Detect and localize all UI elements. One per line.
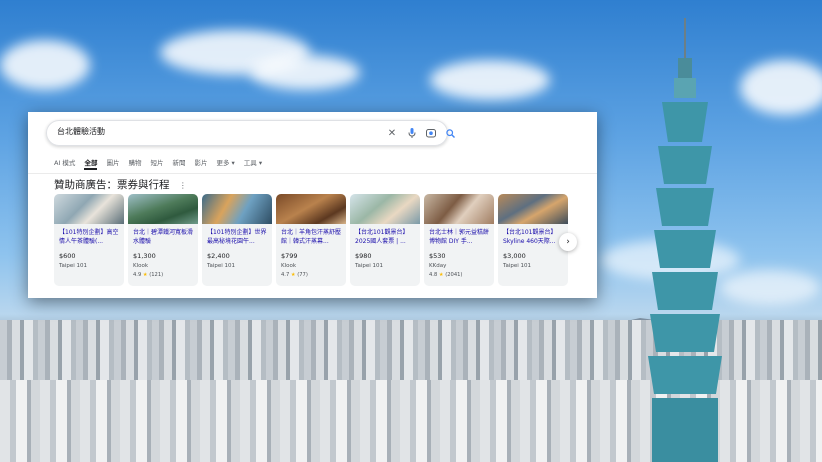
card-thumbnail: [276, 194, 346, 224]
card-price: $600: [59, 252, 76, 260]
card-title[interactable]: 台北士林｜郭元益糕餅博物館 DIY 手...: [429, 228, 491, 246]
tab-more[interactable]: 更多 ▾: [216, 157, 234, 167]
card-seller: Klook: [133, 263, 149, 269]
tab-tools[interactable]: 工具 ▾: [244, 157, 262, 167]
tab-shopping[interactable]: 購物: [128, 157, 141, 167]
star-icon: ★: [142, 272, 148, 278]
tab-ai-mode[interactable]: AI 模式: [54, 157, 75, 167]
card-seller: Taipei 101: [59, 263, 87, 269]
sponsored-heading-text: 贊助商廣告：票券與行程: [54, 179, 170, 191]
tab-videos[interactable]: 影片: [194, 157, 207, 167]
ticket-card[interactable]: 【台北101觀景台】2025國人套票 | ... $980 Taipei 101: [350, 194, 420, 286]
tab-news[interactable]: 新聞: [172, 157, 185, 167]
card-title[interactable]: 【101特別企劃】世界最高秘境花園午...: [207, 228, 269, 246]
star-icon: ★: [438, 272, 444, 278]
card-title[interactable]: 【101特別企劃】高空情人午茶體驗(...: [59, 228, 121, 246]
search-input[interactable]: 台北體驗活動: [57, 126, 105, 137]
card-thumbnail: [424, 194, 494, 224]
card-seller: Klook: [281, 263, 297, 269]
card-seller: Taipei 101: [355, 263, 383, 269]
card-title[interactable]: 台北｜羊角包汗蒸舒壓館｜韓式汗蒸幕...: [281, 228, 343, 246]
card-title[interactable]: 【台北101觀景台】Skyline 460天際...: [503, 228, 565, 246]
card-seller: KKday: [429, 263, 447, 269]
card-title[interactable]: 台北｜碧潭鐵河寬板滑水體驗: [133, 228, 195, 246]
card-price: $3,000: [503, 252, 526, 260]
ticket-card[interactable]: 台北｜碧潭鐵河寬板滑水體驗 $1,300 Klook 4.9 ★ (121): [128, 194, 198, 286]
tab-all[interactable]: 全部: [84, 157, 98, 170]
card-thumbnail: [202, 194, 272, 224]
ticket-card[interactable]: 【101特別企劃】高空情人午茶體驗(... $600 Taipei 101: [54, 194, 124, 286]
card-rating: 4.7 ★ (77): [281, 272, 308, 278]
ticket-carousel: 【101特別企劃】高空情人午茶體驗(... $600 Taipei 101 台北…: [54, 194, 568, 286]
chevron-right-icon[interactable]: ›: [559, 233, 577, 251]
card-seller: Taipei 101: [503, 263, 531, 269]
card-price: $2,400: [207, 252, 230, 260]
sponsored-heading: 贊助商廣告：票券與行程 ⋮: [54, 177, 187, 192]
card-thumbnail: [350, 194, 420, 224]
search-icon[interactable]: [441, 124, 459, 142]
more-options-icon[interactable]: ⋮: [179, 181, 187, 190]
card-rating: 4.8 ★ (2041): [429, 272, 463, 278]
ticket-card[interactable]: 【101特別企劃】世界最高秘境花園午... $2,400 Taipei 101: [202, 194, 272, 286]
camera-lens-icon[interactable]: [422, 124, 440, 142]
card-thumbnail: [128, 194, 198, 224]
card-price: $980: [355, 252, 372, 260]
star-icon: ★: [290, 272, 296, 278]
tab-short-videos[interactable]: 短片: [150, 157, 163, 167]
mic-icon[interactable]: [403, 124, 421, 142]
card-thumbnail: [498, 194, 568, 224]
card-rating: 4.9 ★ (121): [133, 272, 164, 278]
card-seller: Taipei 101: [207, 263, 235, 269]
card-thumbnail: [54, 194, 124, 224]
card-price: $1,300: [133, 252, 156, 260]
ticket-card[interactable]: 台北｜羊角包汗蒸舒壓館｜韓式汗蒸幕... $799 Klook 4.7 ★ (7…: [276, 194, 346, 286]
search-tabs: AI 模式 全部 圖片 購物 短片 新聞 影片 更多 ▾ 工具 ▾: [54, 157, 262, 170]
ticket-card[interactable]: 【台北101觀景台】Skyline 460天際... $3,000 Taipei…: [498, 194, 568, 286]
close-icon[interactable]: ✕: [383, 124, 401, 142]
card-title[interactable]: 【台北101觀景台】2025國人套票 | ...: [355, 228, 417, 246]
ticket-card[interactable]: 台北士林｜郭元益糕餅博物館 DIY 手... $530 KKday 4.8 ★ …: [424, 194, 494, 286]
search-box[interactable]: 台北體驗活動 ✕: [46, 120, 455, 146]
card-price: $530: [429, 252, 446, 260]
tabs-divider: [28, 173, 597, 174]
tab-images[interactable]: 圖片: [106, 157, 119, 167]
search-results-window: 台北體驗活動 ✕ AI 模式 全部 圖片 購物 短片 新聞 影片 更多 ▾ 工具…: [28, 112, 597, 298]
card-price: $799: [281, 252, 298, 260]
